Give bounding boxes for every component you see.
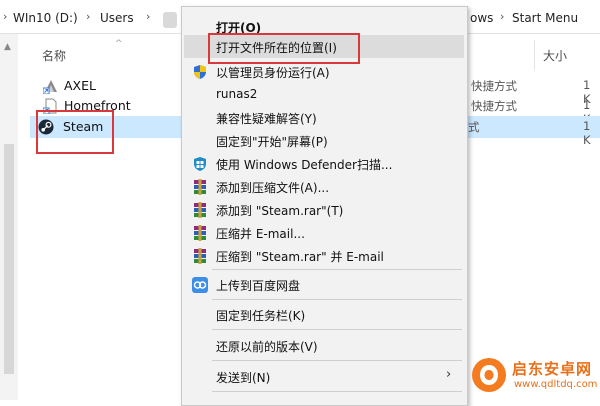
site-watermark: 启东安卓网 www.qdltdq.com [466, 355, 600, 397]
menu-item-upload-baidu-netdisk[interactable]: 上传到百度网盘 [182, 273, 467, 296]
file-name: AXEL [64, 78, 96, 93]
menu-item-send-to[interactable]: 发送到(N) › [182, 365, 467, 388]
steam-highlight-box [36, 110, 114, 154]
watermark-title: 启东安卓网 [512, 360, 593, 378]
uac-shield-icon [194, 65, 206, 79]
watermark-url: www.qdltdq.com [514, 379, 598, 390]
axel-shortcut-icon [43, 80, 57, 94]
breadcrumb-drive[interactable]: WIn10 (D:) [13, 11, 78, 25]
menu-item-defender-scan[interactable]: 使用 Windows Defender扫描... [182, 152, 467, 175]
file-size: 1 K [583, 119, 591, 147]
breadcrumb-users[interactable]: Users [100, 11, 134, 25]
winrar-icon [194, 225, 206, 241]
menu-item-runas2[interactable]: runas2 [182, 83, 467, 106]
menu-separator [212, 391, 462, 392]
breadcrumb-windows[interactable]: ows [470, 11, 493, 25]
menu-item-label: 还原以前的版本(V) [216, 340, 318, 354]
file-type: 快捷方式 [471, 99, 517, 113]
column-header-name[interactable]: 名称 [42, 47, 66, 64]
watermark-logo-icon [472, 358, 506, 392]
menu-item-label: 压缩到 "Steam.rar" 并 E-mail [216, 250, 384, 264]
column-header-size[interactable]: 大小 [543, 47, 567, 64]
file-row-axel[interactable]: AXEL [33, 75, 193, 97]
menu-separator [212, 299, 462, 300]
chevron-right-icon[interactable]: › [146, 10, 150, 23]
menu-item-pin-to-start[interactable]: 固定到"开始"屏幕(P) [182, 129, 467, 152]
menu-item-label: 发送到(N) [216, 371, 271, 385]
menu-item-label: 上传到百度网盘 [216, 279, 301, 293]
menu-item-label: 添加到压缩文件(A)... [216, 181, 330, 195]
navigation-pane-scrollbar[interactable]: ▲ [0, 34, 18, 400]
breadcrumb-start-menu[interactable]: Start Menu [512, 11, 578, 25]
menu-item-label: 兼容性疑难解答(Y) [216, 112, 317, 126]
sort-arrow-icon: ^ [115, 39, 123, 49]
scroll-up-arrow-icon[interactable]: ▲ [4, 42, 11, 52]
column-divider[interactable] [534, 40, 535, 70]
menu-item-compatibility-troubleshoot[interactable]: 兼容性疑难解答(Y) [182, 106, 467, 129]
menu-item-label: 添加到 "Steam.rar"(T) [216, 204, 344, 218]
chevron-right-icon[interactable]: › [86, 10, 90, 23]
winrar-icon [194, 202, 206, 218]
menu-item-pin-to-taskbar[interactable]: 固定到任务栏(K) [182, 303, 467, 326]
file-type: 快捷方式 [471, 79, 517, 93]
menu-item-label: 压缩并 E-mail... [216, 227, 305, 241]
scrollbar-thumb[interactable] [4, 144, 14, 374]
chevron-right-icon[interactable]: › [500, 10, 504, 23]
menu-item-label: runas2 [216, 87, 258, 101]
baidu-netdisk-icon [192, 277, 208, 293]
chevron-right-icon[interactable]: › [3, 10, 7, 23]
winrar-icon [194, 179, 206, 195]
menu-item-add-to-steam-rar[interactable]: 添加到 "Steam.rar"(T) [182, 198, 467, 221]
menu-item-label: 以管理员身份运行(A) [216, 66, 330, 80]
menu-item-restore-previous-versions[interactable]: 还原以前的版本(V) [182, 334, 467, 357]
menu-item-compress-to-steam-rar-email[interactable]: 压缩到 "Steam.rar" 并 E-mail [182, 244, 467, 267]
menu-item-add-to-archive[interactable]: 添加到压缩文件(A)... [182, 175, 467, 198]
menu-separator [212, 329, 462, 330]
menu-separator [212, 360, 462, 361]
open-location-highlight-box [208, 33, 360, 64]
file-type: 式 [468, 120, 480, 134]
submenu-arrow-icon: › [446, 367, 452, 382]
windows-defender-icon [194, 157, 206, 171]
context-menu: 打开(O) 打开文件所在的位置(I) 以管理员身份运行(A) runas2 兼容… [181, 6, 468, 406]
menu-item-label: 固定到"开始"屏幕(P) [216, 135, 328, 149]
menu-item-label: 固定到任务栏(K) [216, 309, 306, 323]
menu-item-compress-and-email[interactable]: 压缩并 E-mail... [182, 221, 467, 244]
menu-separator [212, 269, 462, 270]
menu-item-label: 使用 Windows Defender扫描... [216, 158, 393, 172]
breadcrumb-obscured [163, 12, 177, 28]
winrar-icon [194, 248, 206, 264]
